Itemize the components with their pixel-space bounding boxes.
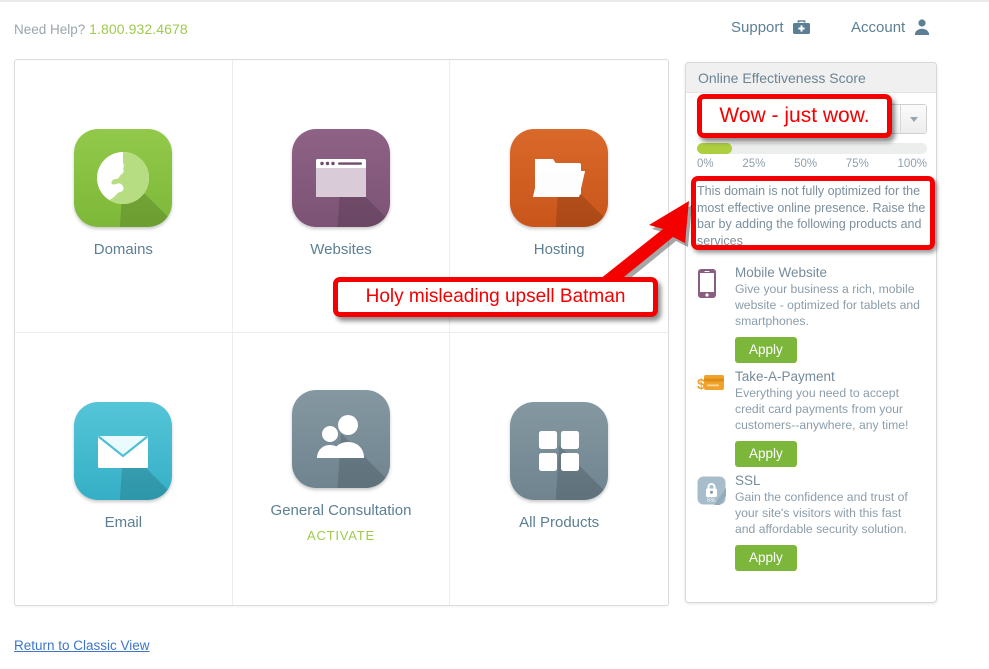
apply-button-mobile-website[interactable]: Apply <box>735 337 797 363</box>
svg-text:$: $ <box>697 376 706 393</box>
tile-all-products[interactable]: All Products <box>450 333 668 606</box>
score-meter: 0% 25% 50% 75% 100% <box>697 143 927 170</box>
credit-card-dollar-icon: $ <box>697 369 731 467</box>
return-to-classic-view-link[interactable]: Return to Classic View <box>14 638 150 653</box>
first-aid-kit-icon <box>792 18 811 36</box>
support-link[interactable]: Support <box>731 18 811 36</box>
browser-window-icon <box>291 129 390 228</box>
upsell-title: SSL <box>735 473 761 488</box>
two-people-icon <box>291 390 390 489</box>
upsell-description: Everything you need to accept credit car… <box>735 386 909 432</box>
score-tick: 50% <box>794 158 818 170</box>
score-tick: 25% <box>742 158 766 170</box>
upsell-item-mobile-website: Mobile Website Give your business a rich… <box>686 259 936 363</box>
support-label: Support <box>731 18 784 36</box>
products-panel: Domains Websites Hosting Email General C… <box>14 59 669 606</box>
tile-label: General Consultation <box>270 502 412 520</box>
score-tick: 0% <box>697 158 714 170</box>
tile-label: Hosting <box>533 241 585 259</box>
message-box-highlight <box>691 176 935 250</box>
product-tile-grid: Domains Websites Hosting Email General C… <box>15 60 668 605</box>
activate-link[interactable]: ACTIVATE <box>307 528 375 543</box>
support-phone-number[interactable]: 1.800.932.4678 <box>89 21 188 37</box>
tile-general-consultation[interactable]: General Consultation ACTIVATE <box>233 332 451 605</box>
upsell-description: Gain the confidence and trust of your si… <box>735 490 908 536</box>
upsell-title: Take-A-Payment <box>735 369 835 384</box>
tile-email[interactable]: Email <box>15 332 233 605</box>
envelope-icon <box>74 402 173 501</box>
panel-title: Online Effectiveness Score <box>686 63 936 93</box>
tile-domains[interactable]: Domains <box>15 60 233 333</box>
need-help-label: Need Help? <box>14 22 86 37</box>
grid-squares-icon <box>510 402 609 501</box>
upsell-product-list: Mobile Website Give your business a rich… <box>686 259 936 571</box>
score-progress-track <box>697 143 927 154</box>
score-progress-fill <box>697 143 732 154</box>
apply-button-ssl[interactable]: Apply <box>735 545 797 571</box>
tile-label: All Products <box>519 514 600 532</box>
globe-icon <box>74 129 173 228</box>
score-tick: 75% <box>845 158 869 170</box>
upsell-item-ssl: SSL SSL Gain the confidence and trust of… <box>686 467 936 571</box>
tile-label: Websites <box>310 241 372 259</box>
padlock-ssl-icon: SSL <box>697 473 731 571</box>
user-silhouette-icon <box>913 18 931 36</box>
annotation-wow: Wow - just wow. <box>697 94 892 138</box>
tile-label: Email <box>104 514 143 532</box>
upsell-item-take-a-payment: $ Take-A-Payment Everything you need to … <box>686 363 936 467</box>
chevron-down-icon[interactable] <box>900 105 926 133</box>
account-label: Account <box>851 18 906 36</box>
top-bar: Need Help? 1.800.932.4678 Support Accoun… <box>0 0 989 55</box>
svg-text:SSL: SSL <box>707 498 717 504</box>
online-effectiveness-score-panel: Online Effectiveness Score 0% 25% 50% 75… <box>685 62 937 603</box>
need-help-text: Need Help? 1.800.932.4678 <box>14 21 188 37</box>
score-tick-labels: 0% 25% 50% 75% 100% <box>697 158 927 170</box>
tile-label: Domains <box>93 241 153 259</box>
upsell-description: Give your business a rich, mobile websit… <box>735 282 920 328</box>
annotation-batman: Holy misleading upsell Batman <box>333 277 658 317</box>
apply-button-take-a-payment[interactable]: Apply <box>735 441 797 467</box>
account-link[interactable]: Account <box>851 18 931 36</box>
upsell-title: Mobile Website <box>735 265 828 280</box>
score-tick: 100% <box>897 158 927 170</box>
